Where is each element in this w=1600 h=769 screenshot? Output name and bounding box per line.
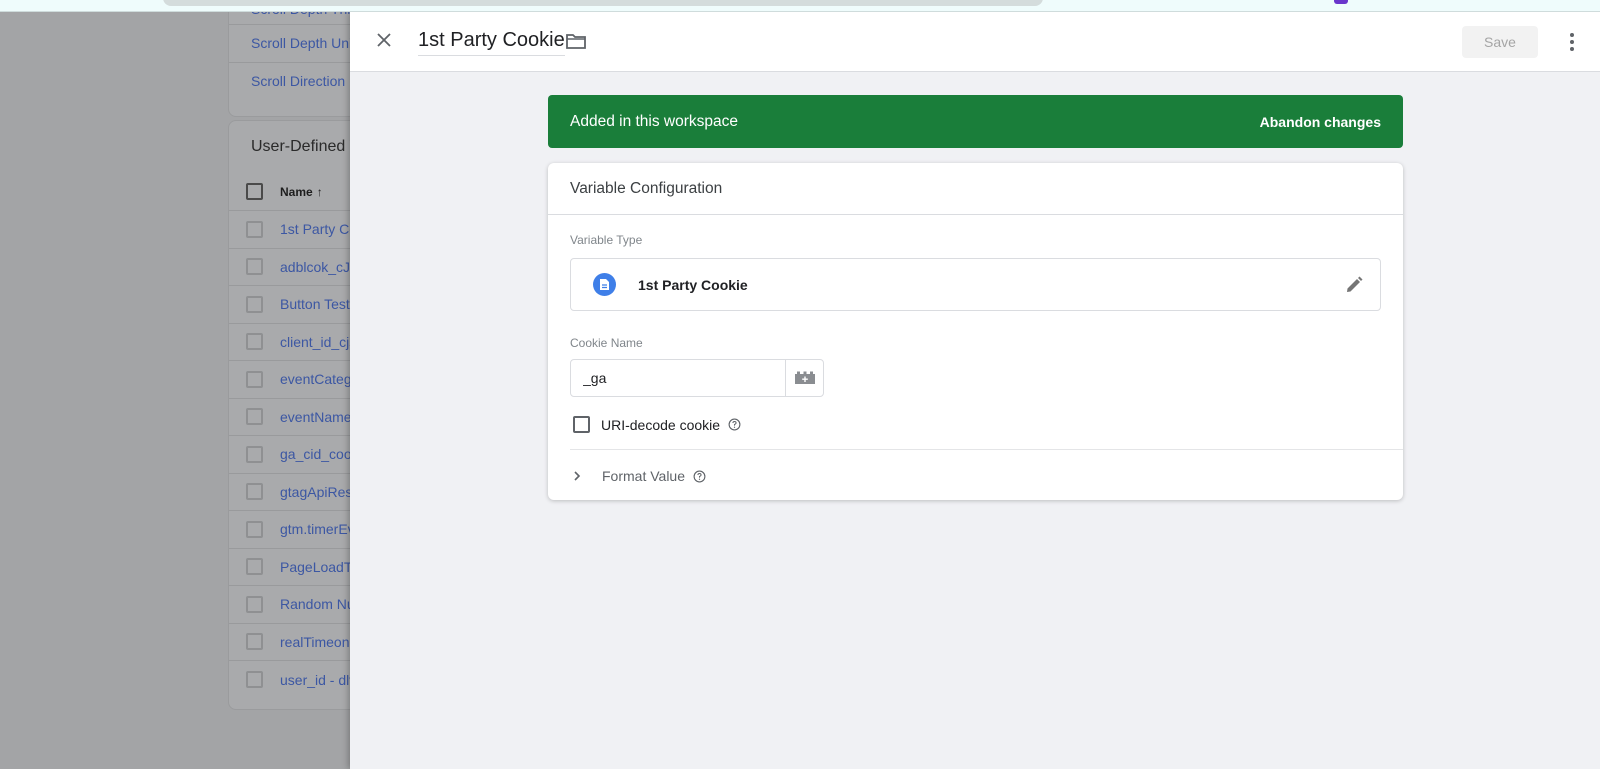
address-bar[interactable] (163, 0, 1043, 6)
variable-link[interactable]: Scroll Depth Units (251, 35, 363, 51)
variable-configuration-card: Variable Configuration Variable Type 1st… (548, 163, 1403, 500)
variable-link[interactable]: client_id_cjs (280, 334, 356, 350)
close-icon (377, 33, 391, 47)
row-checkbox[interactable] (246, 671, 263, 689)
variable-type-selector[interactable]: 1st Party Cookie (570, 258, 1381, 311)
variable-link[interactable]: eventName (280, 409, 352, 425)
sort-arrow-icon: ↑ (316, 184, 323, 199)
variable-link[interactable]: Button Test (280, 296, 350, 312)
format-value-expander[interactable]: Format Value (570, 459, 706, 493)
select-all-checkbox[interactable] (246, 183, 263, 200)
more-options-button[interactable] (1566, 30, 1578, 54)
variable-link[interactable]: adblcok_cJS (280, 259, 359, 275)
variable-link[interactable]: Scroll Direction (251, 73, 345, 89)
edit-variable-type-button[interactable] (1344, 275, 1364, 295)
variable-name-input[interactable]: 1st Party Cookie (418, 29, 565, 56)
insert-variable-button[interactable] (785, 360, 823, 396)
uri-decode-label[interactable]: URI-decode cookie (601, 417, 720, 433)
row-checkbox[interactable] (246, 483, 263, 501)
chevron-right-icon (574, 471, 581, 481)
card-title: Variable Configuration (548, 163, 1403, 215)
help-icon[interactable] (693, 470, 706, 483)
cookie-name-input[interactable] (571, 360, 785, 396)
row-checkbox[interactable] (246, 595, 263, 613)
folder-button[interactable] (565, 32, 587, 50)
variable-type-name: 1st Party Cookie (638, 276, 748, 293)
row-checkbox[interactable] (246, 258, 263, 276)
more-vert-icon-dot (1570, 40, 1574, 44)
variable-link[interactable]: user_id - dlv (280, 672, 356, 688)
name-column-header[interactable]: Name (280, 185, 313, 199)
background-variables-page: Scroll Depth Threshold Scroll Depth Unit… (0, 0, 428, 769)
extension-icon[interactable] (1334, 0, 1348, 4)
workspace-status-banner: Added in this workspace Abandon changes (548, 95, 1403, 148)
divider (570, 449, 1403, 450)
more-vert-icon-dot (1570, 47, 1574, 51)
uri-decode-option: URI-decode cookie (573, 416, 741, 433)
row-checkbox[interactable] (246, 408, 263, 426)
row-checkbox[interactable] (246, 333, 263, 351)
row-checkbox[interactable] (246, 220, 263, 238)
row-checkbox[interactable] (246, 445, 263, 463)
panel-header: 1st Party Cookie Save (350, 12, 1600, 72)
format-value-label: Format Value (602, 468, 685, 484)
variable-editor-panel: 1st Party Cookie Save Added in this work… (350, 12, 1600, 769)
more-vert-icon (1570, 33, 1574, 37)
add-variable-icon (794, 371, 815, 384)
save-button[interactable]: Save (1462, 26, 1538, 58)
banner-text: Added in this workspace (570, 112, 739, 130)
cookie-name-field (570, 359, 824, 397)
variable-type-label: Variable Type (570, 233, 643, 247)
row-checkbox[interactable] (246, 633, 263, 651)
document-icon (593, 273, 616, 296)
cookie-name-label: Cookie Name (570, 336, 643, 350)
abandon-changes-button[interactable]: Abandon changes (1260, 114, 1381, 130)
uri-decode-checkbox[interactable] (573, 416, 590, 433)
close-button[interactable] (374, 30, 394, 50)
browser-toolbar (0, 0, 1600, 12)
row-checkbox[interactable] (246, 558, 263, 576)
help-icon[interactable] (728, 418, 741, 431)
row-checkbox[interactable] (246, 370, 263, 388)
row-checkbox[interactable] (246, 295, 263, 313)
pencil-icon (1347, 276, 1363, 292)
row-checkbox[interactable] (246, 520, 263, 538)
folder-icon (566, 34, 586, 49)
